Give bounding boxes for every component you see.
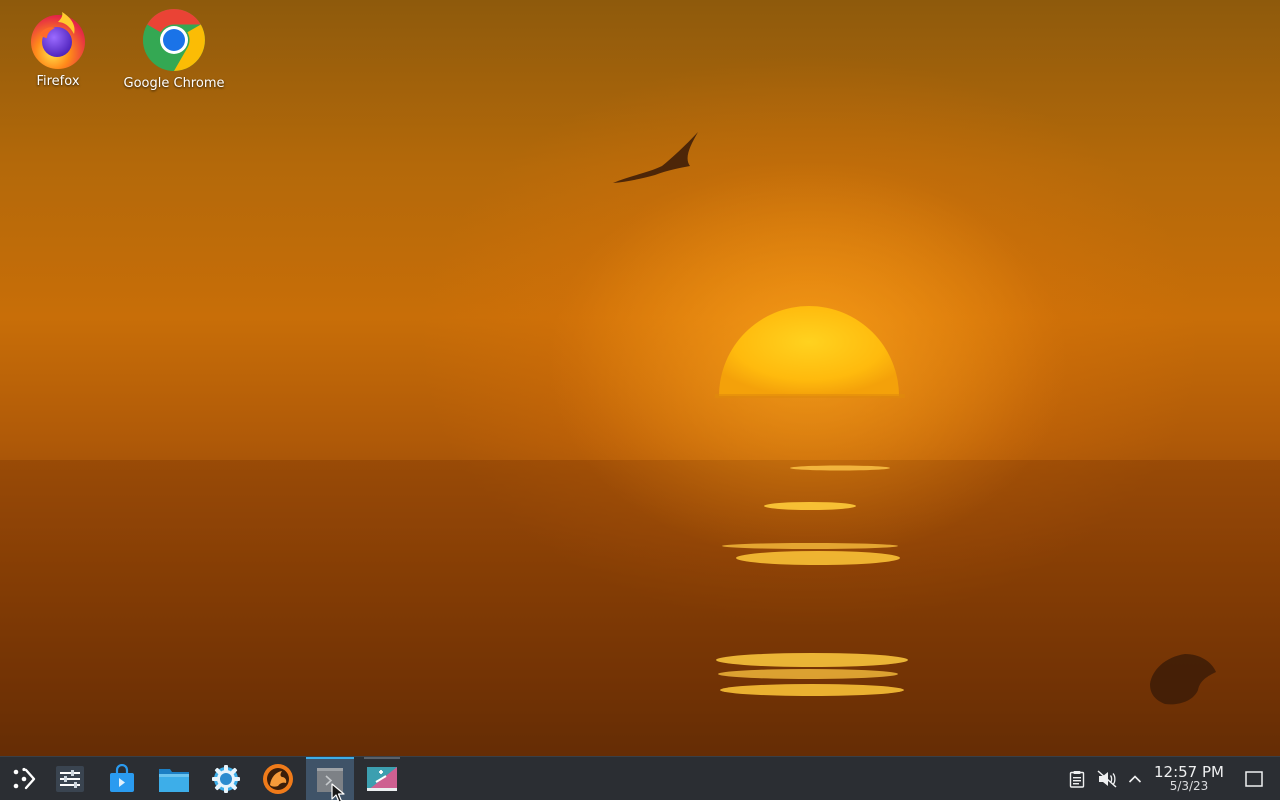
show-hidden-tray-icons-button[interactable] xyxy=(1124,757,1146,800)
file-manager-folder-icon xyxy=(159,768,189,792)
mouse-cursor-icon xyxy=(331,783,345,803)
system-settings-launcher[interactable] xyxy=(46,757,94,800)
desktop-icon-firefox[interactable]: Firefox xyxy=(3,8,113,89)
settings-gear-icon xyxy=(212,764,240,793)
system-settings-sliders-icon xyxy=(56,765,84,792)
clock-time: 12:57 PM xyxy=(1154,763,1224,781)
terminal-task[interactable] xyxy=(306,757,354,803)
settings-launcher[interactable] xyxy=(202,757,250,800)
show-desktop-icon xyxy=(1245,770,1263,787)
digital-clock[interactable]: 12:57 PM 5/3/23 xyxy=(1148,763,1230,794)
show-desktop-button[interactable] xyxy=(1240,757,1268,800)
discover-store-icon xyxy=(110,763,134,792)
application-launcher-icon xyxy=(13,767,36,789)
lutris-launcher[interactable] xyxy=(254,757,302,800)
clipboard-icon xyxy=(1069,770,1085,788)
installer-task[interactable] xyxy=(358,757,406,800)
sunset-wallpaper xyxy=(0,132,1280,756)
clipboard-tray-button[interactable] xyxy=(1066,757,1088,800)
lutris-icon xyxy=(263,763,293,794)
desktop-icon-label: Firefox xyxy=(36,74,80,89)
desktop-icon-google-chrome[interactable]: Google Chrome xyxy=(119,8,229,91)
desktop-wallpaper[interactable]: Firefox Google Chrome xyxy=(0,0,1280,756)
taskbar-panel: 12:57 PM 5/3/23 xyxy=(0,756,1280,803)
volume-muted-icon xyxy=(1097,769,1117,788)
installer-app-icon xyxy=(367,766,397,791)
application-launcher-button[interactable] xyxy=(0,757,48,800)
clock-date: 5/3/23 xyxy=(1169,779,1209,793)
chrome-icon xyxy=(143,9,205,71)
chevron-up-icon xyxy=(1128,774,1142,783)
firefox-icon xyxy=(31,12,85,69)
file-manager-launcher[interactable] xyxy=(150,757,198,800)
volume-tray-button[interactable] xyxy=(1095,757,1119,800)
discover-store-launcher[interactable] xyxy=(98,757,146,800)
desktop-icon-label: Google Chrome xyxy=(123,76,225,91)
